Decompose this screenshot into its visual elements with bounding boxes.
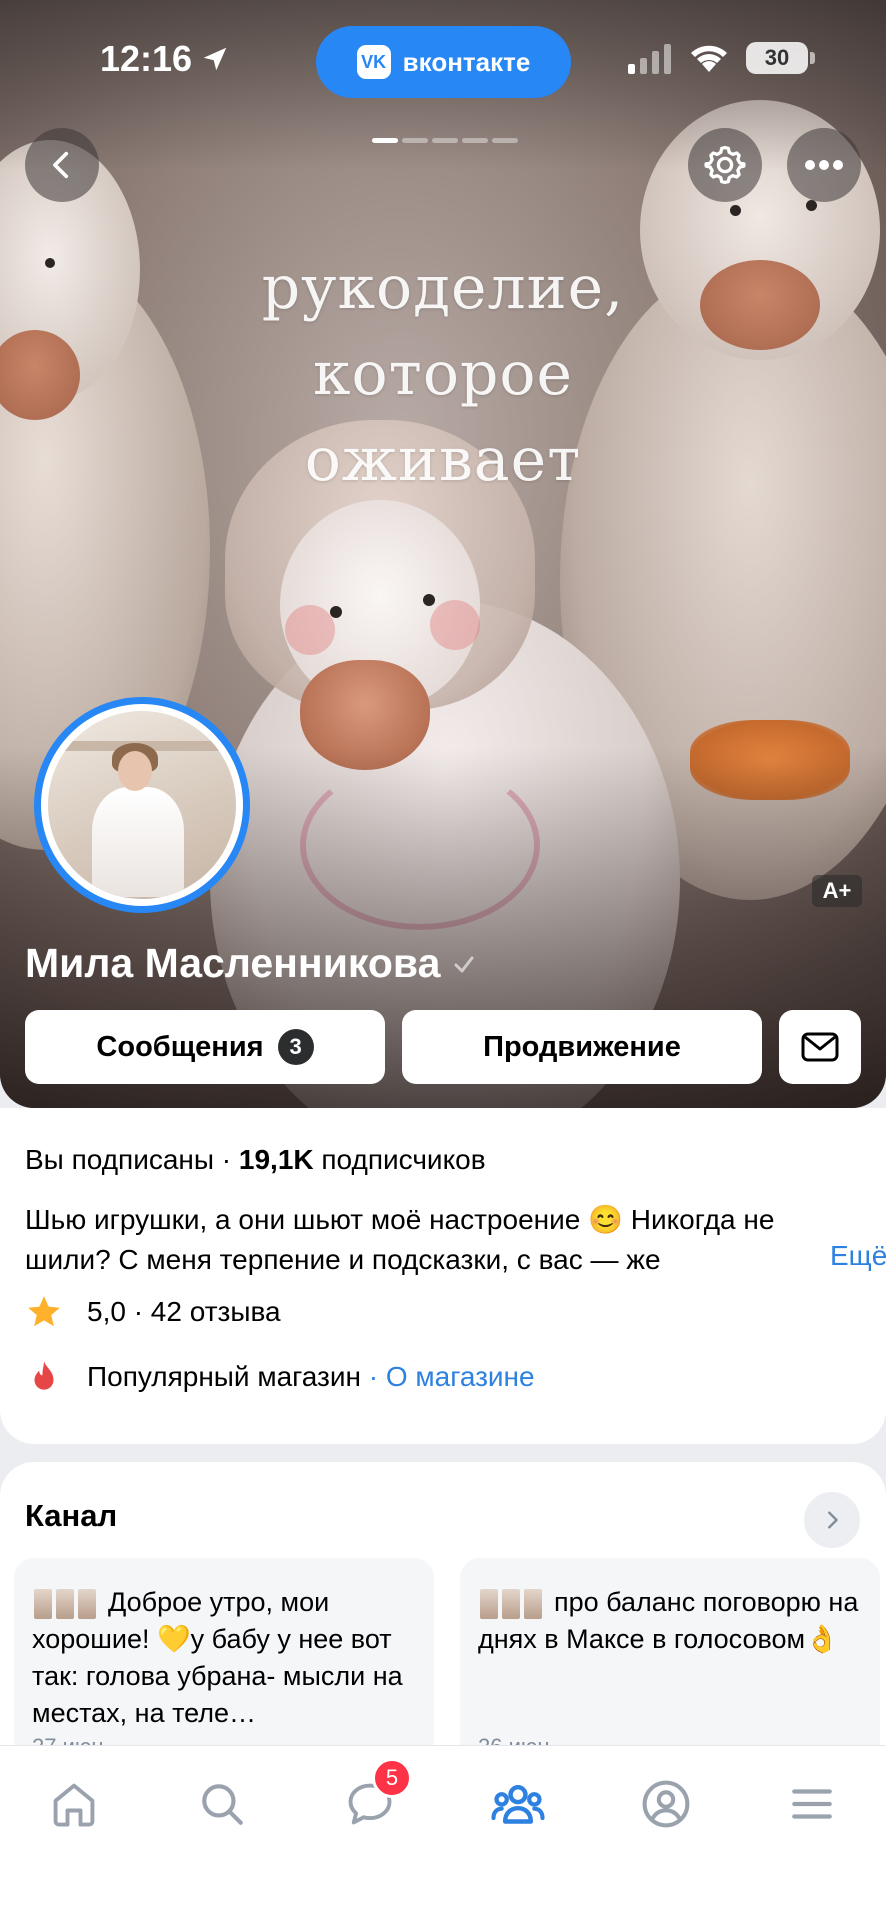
cover-photo-goose-eye: [806, 200, 817, 211]
community-icon: [491, 1784, 545, 1824]
profile-name: Мила Масленникова: [25, 940, 441, 986]
vk-logo-icon: VK: [356, 45, 391, 79]
checkmark-icon: [454, 956, 474, 972]
shop-row[interactable]: Популярный магазин · О магазине: [25, 1358, 535, 1396]
channel-post[interactable]: про баланс поговорю на днях в Максе в го…: [460, 1558, 880, 1768]
rating-text: 5,0 · 42 отзыва: [87, 1296, 281, 1327]
search-icon: [202, 1784, 243, 1825]
rating-row[interactable]: 5,0 · 42 отзыва: [25, 1293, 281, 1331]
chevron-left-icon: [53, 151, 69, 179]
pager-dot: [372, 138, 398, 143]
channel-post-body: Доброе утро, мои хорошие! 💛у бабу у нее …: [32, 1584, 422, 1732]
cover-caption: рукоделие, которое оживает: [0, 245, 886, 503]
battery-cap: [810, 52, 815, 64]
home-icon: [53, 1783, 95, 1827]
post-thumbnail: [76, 1586, 98, 1621]
star-icon: [28, 1296, 60, 1327]
tab-search[interactable]: [192, 1774, 252, 1834]
pager-dot: [462, 138, 488, 143]
post-thumbnail: [478, 1586, 500, 1621]
post-thumbnail: [522, 1586, 544, 1621]
font-size-button[interactable]: A+: [812, 875, 862, 907]
menu-icon: [792, 1789, 832, 1819]
cover-photo-goose-eye: [423, 594, 435, 606]
user-circle-icon: [642, 1780, 690, 1828]
profile-name-row: Мила Масленникова: [25, 940, 476, 987]
cover-caption-line: которое: [313, 339, 573, 409]
more-button[interactable]: [787, 128, 861, 202]
pager-dot: [492, 138, 518, 143]
tab-bar: 5: [0, 1745, 886, 1920]
about-shop-link[interactable]: · О магазине: [361, 1361, 535, 1392]
cover-caption-line: оживает: [304, 425, 582, 495]
mail-icon: [801, 1032, 839, 1062]
vk-pill-label: вконтакте: [402, 46, 531, 77]
channel-post[interactable]: Доброе утро, мои хорошие! 💛у бабу у нее …: [14, 1558, 434, 1768]
cellular-signal-icon: [628, 44, 671, 74]
subscribers-line[interactable]: Вы подписаны · 19,1K подписчиков: [25, 1144, 486, 1176]
status-time: 12:16: [100, 38, 193, 79]
avatar-photo-dress: [92, 787, 184, 897]
subscribers-label: подписчиков: [313, 1144, 486, 1175]
ellipsis-icon: [805, 160, 843, 170]
cover-photo-blush: [285, 605, 335, 655]
promotion-button[interactable]: Продвижение: [402, 1010, 762, 1084]
pager-dot: [432, 138, 458, 143]
profile-bio: Шью игрушки, а они шьют моё настроение 😊…: [25, 1204, 775, 1275]
promotion-button-label: Продвижение: [483, 1030, 681, 1063]
cover-caption-line: рукоделие,: [261, 253, 625, 323]
tab-messages[interactable]: 5: [340, 1758, 412, 1834]
pager-dot: [402, 138, 428, 143]
profile-cover: рукоделие, которое оживает 12:16 VK вкон…: [0, 0, 886, 1108]
tab-home[interactable]: [44, 1774, 104, 1834]
post-thumbnail: [32, 1586, 54, 1621]
back-button[interactable]: [25, 128, 99, 202]
channel-title: Канал: [25, 1498, 118, 1533]
cover-pager: [372, 138, 518, 143]
avatar-photo: [48, 711, 236, 899]
post-thumbnails: [32, 1586, 98, 1621]
bio-more-link[interactable]: Ещё: [800, 1240, 886, 1272]
tab-profile[interactable]: [636, 1774, 696, 1834]
profile-actions: Сообщения 3 Продвижение: [25, 1010, 861, 1084]
avatar-frame: [41, 704, 243, 906]
messages-button-label: Сообщения: [96, 1030, 264, 1063]
cover-photo-blush: [430, 600, 480, 650]
gear-icon: [704, 145, 746, 185]
post-thumbnails: [478, 1586, 544, 1621]
channel-open-button[interactable]: [804, 1492, 860, 1548]
return-to-vk-pill[interactable]: VK вконтакте: [316, 26, 571, 98]
profile-info-card: Вы подписаны · 19,1K подписчиков Шью игр…: [0, 1108, 886, 1444]
settings-button[interactable]: [688, 128, 762, 202]
subscription-status: Вы подписаны ·: [25, 1144, 239, 1175]
avatar-photo-face: [118, 751, 152, 791]
mail-button[interactable]: [779, 1010, 861, 1084]
messages-unread-badge: 5: [372, 1758, 412, 1798]
location-arrow-icon: [203, 47, 227, 71]
tab-friends[interactable]: [488, 1774, 548, 1834]
wifi-icon: [691, 45, 727, 72]
fire-icon: [34, 1361, 54, 1390]
messages-button[interactable]: Сообщения 3: [25, 1010, 385, 1084]
avatar[interactable]: [34, 697, 250, 913]
tab-menu[interactable]: [782, 1774, 842, 1834]
chevron-right-icon: [828, 1511, 838, 1529]
popular-shop-label: Популярный магазин: [87, 1361, 361, 1392]
post-thumbnail: [54, 1586, 76, 1621]
cover-photo-goose-eye: [730, 205, 741, 216]
post-thumbnail: [500, 1586, 522, 1621]
channel-card: Канал Доброе утро, мои хорошие! 💛у бабу …: [0, 1462, 886, 1768]
subscribers-count: 19,1K: [238, 1144, 314, 1175]
channel-post-body: про баланс поговорю на днях в Максе в го…: [478, 1584, 868, 1658]
messages-count-badge: 3: [277, 1029, 314, 1065]
cover-photo-goose-eye: [330, 606, 342, 618]
battery-indicator: 30: [746, 42, 808, 74]
